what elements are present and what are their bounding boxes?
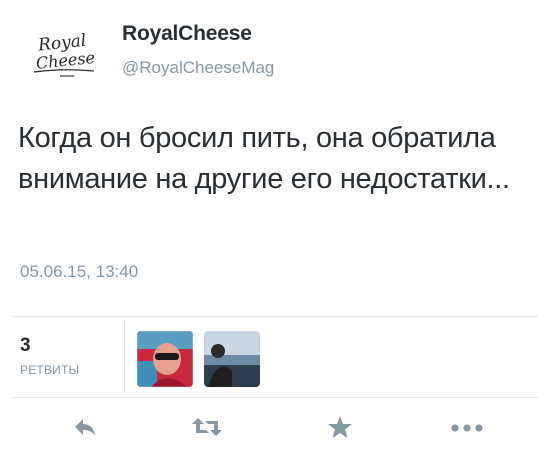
stat-separator [124, 321, 125, 393]
tweet-text: Когда он бросил пить, она обратила внима… [18, 122, 510, 195]
tweet-header: Royal Cheese RoyalCheese @RoyalCheeseMag [0, 0, 550, 100]
divider [12, 397, 538, 398]
retweet-label[interactable]: РЕТВИТЫ [20, 363, 79, 377]
display-name[interactable]: RoyalCheese [122, 22, 252, 46]
screen-name[interactable]: @RoyalCheeseMag [122, 58, 274, 78]
favorite-button[interactable] [323, 414, 357, 444]
retweeter-avatar-2[interactable] [204, 331, 260, 387]
tweet-stats: 3 РЕТВИТЫ [0, 317, 550, 397]
tweet-actions [0, 400, 550, 460]
retweet-icon [191, 416, 223, 443]
retweet-count[interactable]: 3 [20, 335, 31, 357]
reply-button[interactable] [68, 414, 102, 444]
retweeter-avatar-1[interactable] [137, 331, 193, 387]
reply-icon [72, 416, 98, 443]
favorite-icon [327, 415, 353, 444]
more-icon [451, 420, 483, 438]
more-button[interactable] [450, 414, 484, 444]
tweet-timestamp[interactable]: 05.06.15, 13:40 [20, 262, 138, 282]
retweet-button[interactable] [190, 414, 224, 444]
avatar[interactable]: Royal Cheese [24, 22, 110, 84]
